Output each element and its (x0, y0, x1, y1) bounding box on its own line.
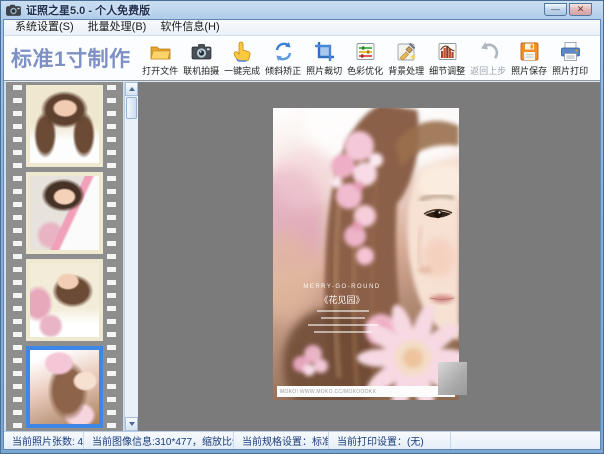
undo-icon (477, 40, 500, 63)
undo-button[interactable]: 返回上步 (468, 40, 509, 77)
save-button[interactable]: 照片保存 (509, 40, 550, 77)
toolbar: 标准1寸制作 打开文件 联机拍摄 (4, 36, 600, 82)
crop-button[interactable]: 照片裁切 (304, 40, 345, 77)
thumbnail-sidebar (4, 82, 138, 431)
menu-software-info[interactable]: 软件信息(H) (153, 20, 226, 35)
tilt-correct-button[interactable]: 倾斜矫正 (263, 40, 304, 77)
thumbnail-image (30, 263, 99, 337)
arrow-up-icon (129, 87, 135, 91)
open-file-icon (149, 40, 172, 63)
toolbar-label: 联机拍摄 (183, 64, 219, 77)
title-bar: 证照之星5.0 - 个人免费版 — ✕ (0, 0, 604, 19)
status-bar: 当前照片张数: 4/4 当前图像信息:310*477，缩放比例 100% 当前规… (4, 431, 600, 449)
detail-adjust-icon (436, 40, 459, 63)
toolbar-label: 色彩优化 (347, 64, 383, 77)
toolbar-label: 返回上步 (470, 64, 506, 77)
portrait-thumbnail-1[interactable] (26, 85, 103, 167)
minimize-button[interactable]: — (544, 3, 567, 16)
toolbar-label: 照片裁切 (306, 64, 342, 77)
toolbar-label: 照片保存 (511, 64, 547, 77)
content-area: MERRY-GO-ROUND 《花见园》 MOKO! WWW.MOKO.CC/M… (4, 82, 600, 431)
detail-adjust-button[interactable]: 细节调整 (427, 40, 468, 77)
window-title: 证照之星5.0 - 个人免费版 (26, 2, 544, 18)
photo-watermark-strip: MOKO! WWW.MOKO.CC/MOKOOOKX (277, 386, 455, 397)
photo-canvas: MERRY-GO-ROUND 《花见园》 MOKO! WWW.MOKO.CC/M… (138, 82, 600, 431)
filmstrip-sprockets-right (107, 85, 116, 428)
app-body: 系统设置(S) 批量处理(B) 软件信息(H) 标准1寸制作 打开文件 (3, 19, 601, 450)
save-icon (518, 40, 541, 63)
portrait-thumbnail-2[interactable] (26, 172, 103, 254)
sidebar-scrollbar[interactable] (124, 82, 138, 431)
portrait-thumbnail-3[interactable] (26, 259, 103, 341)
one-click-finish-icon (231, 40, 254, 63)
print-button[interactable]: 照片打印 (550, 40, 591, 77)
toolbar-label: 打开文件 (142, 64, 178, 77)
status-empty (451, 432, 600, 449)
color-optimize-icon (354, 40, 377, 63)
app-window: 证照之星5.0 - 个人免费版 — ✕ 系统设置(S) 批量处理(B) 软件信息… (0, 0, 604, 454)
grey-cover-square (438, 362, 467, 395)
menu-system-settings[interactable]: 系统设置(S) (8, 20, 81, 35)
photo-watermark-text: MOKO! WWW.MOKO.CC/MOKOOOKX (280, 389, 376, 395)
status-print-setting: 当前打印设置：(无) (329, 432, 451, 449)
camera-capture-button[interactable]: 联机拍摄 (181, 40, 222, 77)
photo-overlay-subtitle: 《花见园》 (281, 293, 403, 306)
scrollbar-thumb[interactable] (126, 97, 137, 119)
print-icon (559, 40, 582, 63)
thumbnail-image (30, 89, 99, 163)
background-process-button[interactable]: 背景处理 (386, 40, 427, 77)
filmstrip-sprockets-left (13, 85, 22, 428)
thumbnail-image (30, 350, 99, 424)
photo-overlay-title: MERRY-GO-ROUND (281, 284, 403, 290)
camera-capture-icon (190, 40, 213, 63)
close-button[interactable]: ✕ (569, 3, 592, 16)
menu-batch-process[interactable]: 批量处理(B) (81, 20, 154, 35)
menu-bar: 系统设置(S) 批量处理(B) 软件信息(H) (4, 20, 600, 36)
scroll-down-button[interactable] (125, 417, 138, 431)
scroll-up-button[interactable] (125, 82, 138, 96)
status-photo-count: 当前照片张数: 4/4 (4, 432, 84, 449)
toolbar-label: 一键完成 (224, 64, 260, 77)
photo-overlay-credits (306, 310, 380, 338)
portrait-photo-image (273, 108, 459, 400)
app-camera-icon (6, 4, 21, 16)
open-file-button[interactable]: 打开文件 (140, 40, 181, 77)
toolbar-label: 背景处理 (388, 64, 424, 77)
toolbar-label: 照片打印 (552, 64, 588, 77)
filmstrip (6, 82, 123, 431)
thumbnail-image (30, 176, 99, 250)
arrow-down-icon (129, 422, 135, 426)
background-process-icon (395, 40, 418, 63)
crop-icon (313, 40, 336, 63)
status-image-info: 当前图像信息:310*477，缩放比例 100% (84, 432, 234, 449)
status-spec-setting: 当前规格设置：标准1寸 (234, 432, 329, 449)
toolbar-label: 细节调整 (429, 64, 465, 77)
one-click-finish-button[interactable]: 一键完成 (222, 40, 263, 77)
color-optimize-button[interactable]: 色彩优化 (345, 40, 386, 77)
tilt-correct-icon (272, 40, 295, 63)
photo-preview: MERRY-GO-ROUND 《花见园》 MOKO! WWW.MOKO.CC/M… (273, 108, 459, 400)
page-title: 标准1寸制作 (11, 43, 131, 73)
portrait-thumbnail-4[interactable] (26, 346, 103, 428)
toolbar-label: 倾斜矫正 (265, 64, 301, 77)
